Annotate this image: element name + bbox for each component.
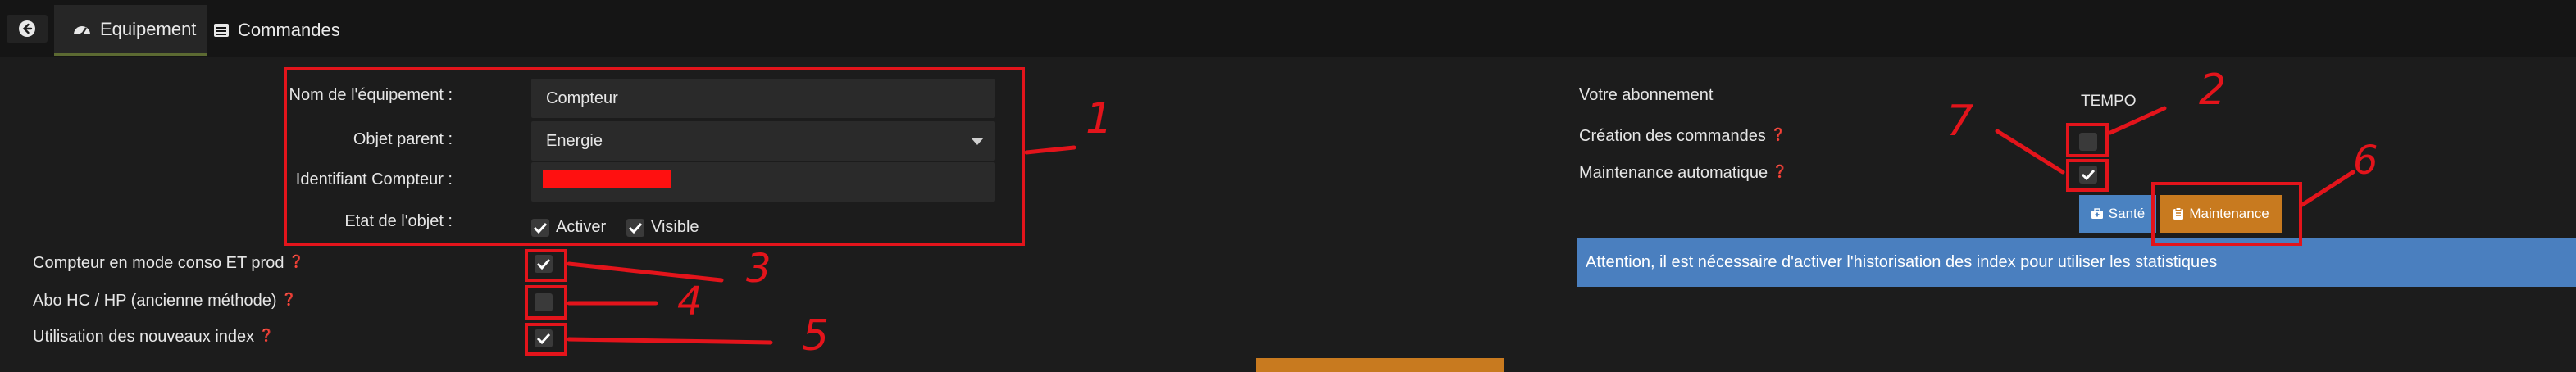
annotation-strokes [567, 106, 2355, 345]
annotation-number-5: 5 [802, 311, 830, 361]
annotation-number-4: 4 [677, 279, 703, 324]
annotation-number-7: 7 [1946, 97, 1974, 146]
annotation-number-3: 3 [746, 246, 771, 292]
annotation-number-6: 6 [2353, 138, 2378, 184]
annotation-number-2: 2 [2199, 66, 2227, 115]
annotation-number-1: 1 [1085, 94, 1113, 143]
